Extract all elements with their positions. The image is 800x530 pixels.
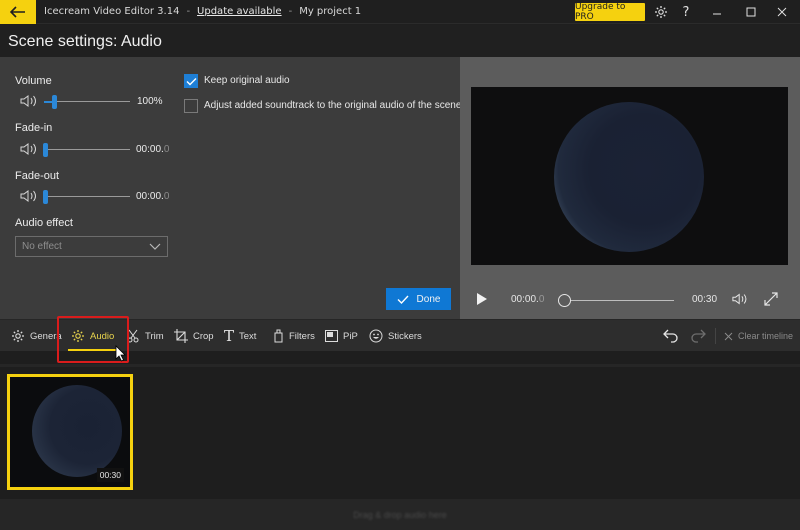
keep-original-audio-label[interactable]: Keep original audio <box>204 75 290 86</box>
video-frame[interactable] <box>471 87 788 265</box>
fade-out-label: Fade-out <box>15 170 60 182</box>
fade-out-slider-track[interactable] <box>44 196 130 197</box>
audio-effect-selected: No effect <box>22 241 62 252</box>
tab-filters-label: Filters <box>289 330 315 342</box>
close-icon <box>777 7 787 17</box>
smiley-icon <box>369 329 383 343</box>
maximize-button[interactable] <box>741 0 761 24</box>
audio-settings-panel: Volume 100% Fade-in 00:00.0 Fade-out 00:… <box>0 57 461 319</box>
done-label: Done <box>416 293 441 305</box>
update-available-link[interactable]: Update available <box>197 6 282 17</box>
tab-pip-label: PiP <box>343 330 358 342</box>
keep-original-audio-checkbox[interactable] <box>184 74 198 88</box>
seek-thumb[interactable] <box>558 294 571 307</box>
speaker-icon <box>20 143 36 155</box>
maximize-icon <box>746 7 756 17</box>
app-name: Icecream Video Editor 3.14 <box>44 6 180 17</box>
adjust-soundtrack-label[interactable]: Adjust added soundtrack to the original … <box>204 100 461 111</box>
volume-label: Volume <box>15 75 52 87</box>
clear-timeline-label: Clear timeline <box>738 331 794 341</box>
title-separator: - <box>288 6 293 17</box>
fullscreen-button[interactable] <box>764 292 778 306</box>
volume-value: 100% <box>137 96 163 107</box>
undo-icon <box>663 329 678 343</box>
page-title: Scene settings: Audio <box>8 33 162 50</box>
settings-button[interactable] <box>651 0 671 24</box>
tab-text[interactable]: T Text <box>224 320 256 352</box>
minimize-icon <box>713 13 721 15</box>
close-button[interactable] <box>772 0 792 24</box>
checkmark-icon <box>186 77 196 85</box>
fade-out-slider-thumb[interactable] <box>43 190 48 204</box>
filter-icon <box>274 329 283 343</box>
close-icon <box>724 332 733 340</box>
audio-effect-dropdown[interactable]: No effect <box>15 236 168 257</box>
audio-drop-zone[interactable]: Drag & drop audio here <box>0 499 800 530</box>
current-time-fraction: 0 <box>538 294 545 305</box>
duration: 00:30 <box>692 294 718 305</box>
video-preview-panel: 00:00.0 00:30 <box>460 57 800 319</box>
play-button[interactable] <box>476 292 488 306</box>
audio-effect-label: Audio effect <box>15 217 73 229</box>
redo-button[interactable] <box>690 320 706 352</box>
timeline-ruler[interactable] <box>0 364 800 367</box>
clip-thumbnail <box>32 385 122 477</box>
video-clip[interactable]: 00:30 <box>7 374 133 490</box>
crop-icon <box>174 329 188 343</box>
fade-in-label: Fade-in <box>15 122 53 134</box>
seek-bar[interactable] <box>566 300 674 301</box>
mouse-cursor-icon <box>115 345 126 362</box>
clear-timeline-button[interactable]: Clear timeline <box>724 320 793 352</box>
clip-duration: 00:30 <box>96 468 124 482</box>
done-button[interactable]: Done <box>386 288 451 310</box>
redo-icon <box>691 329 706 343</box>
gear-icon <box>655 6 667 18</box>
earth-image <box>554 102 704 252</box>
app-window: Icecream Video Editor 3.14 - Update avai… <box>0 0 800 530</box>
fade-out-value-main: 00:00. <box>136 191 164 202</box>
tab-filters[interactable]: Filters <box>274 320 315 352</box>
fade-in-value-main: 00:00. <box>136 144 164 155</box>
current-time-main: 00:00. <box>511 294 539 305</box>
fade-in-slider-thumb[interactable] <box>43 143 48 157</box>
back-button[interactable] <box>0 0 36 24</box>
tab-text-label: Text <box>239 330 257 342</box>
tab-crop-label: Crop <box>193 330 214 342</box>
project-name: My project 1 <box>299 6 362 17</box>
tab-trim-label: Trim <box>145 330 164 342</box>
fade-in-value-fraction: 0 <box>163 144 170 155</box>
tab-pip[interactable]: PiP <box>325 320 358 352</box>
undo-button[interactable] <box>663 320 679 352</box>
help-button[interactable]: ? <box>678 0 694 24</box>
tab-general[interactable]: Genera <box>11 320 62 352</box>
adjust-soundtrack-checkbox[interactable] <box>184 99 198 113</box>
volume-slider-thumb[interactable] <box>52 95 57 109</box>
chevron-down-icon <box>149 243 161 250</box>
text-icon: T <box>224 327 235 345</box>
heading-bar: Scene settings: Audio <box>0 25 800 57</box>
fade-out-value: 00:00.0 <box>136 191 169 202</box>
tab-crop[interactable]: Crop <box>174 320 214 352</box>
current-time: 00:00.0 <box>511 294 544 305</box>
fade-out-value-fraction: 0 <box>163 191 170 202</box>
help-icon: ? <box>682 4 690 20</box>
gear-icon <box>12 330 24 342</box>
fade-in-slider-track[interactable] <box>44 149 130 150</box>
upgrade-to-pro-button[interactable]: Upgrade to PRO <box>575 2 645 22</box>
speaker-icon <box>20 95 36 107</box>
back-arrow-icon <box>10 5 25 18</box>
tab-stickers[interactable]: Stickers <box>369 320 422 352</box>
pip-icon <box>325 330 338 342</box>
fade-in-value: 00:00.0 <box>136 144 169 155</box>
volume-button[interactable] <box>732 292 750 306</box>
tab-stickers-label: Stickers <box>388 330 422 342</box>
tab-trim[interactable]: Trim <box>126 320 164 352</box>
checkmark-icon <box>397 295 409 304</box>
toolbar-divider <box>715 328 716 344</box>
title-separator: - <box>186 6 191 17</box>
speaker-icon <box>20 190 36 202</box>
minimize-button[interactable] <box>707 0 727 24</box>
audio-drop-text: Drag & drop audio here <box>353 509 447 520</box>
